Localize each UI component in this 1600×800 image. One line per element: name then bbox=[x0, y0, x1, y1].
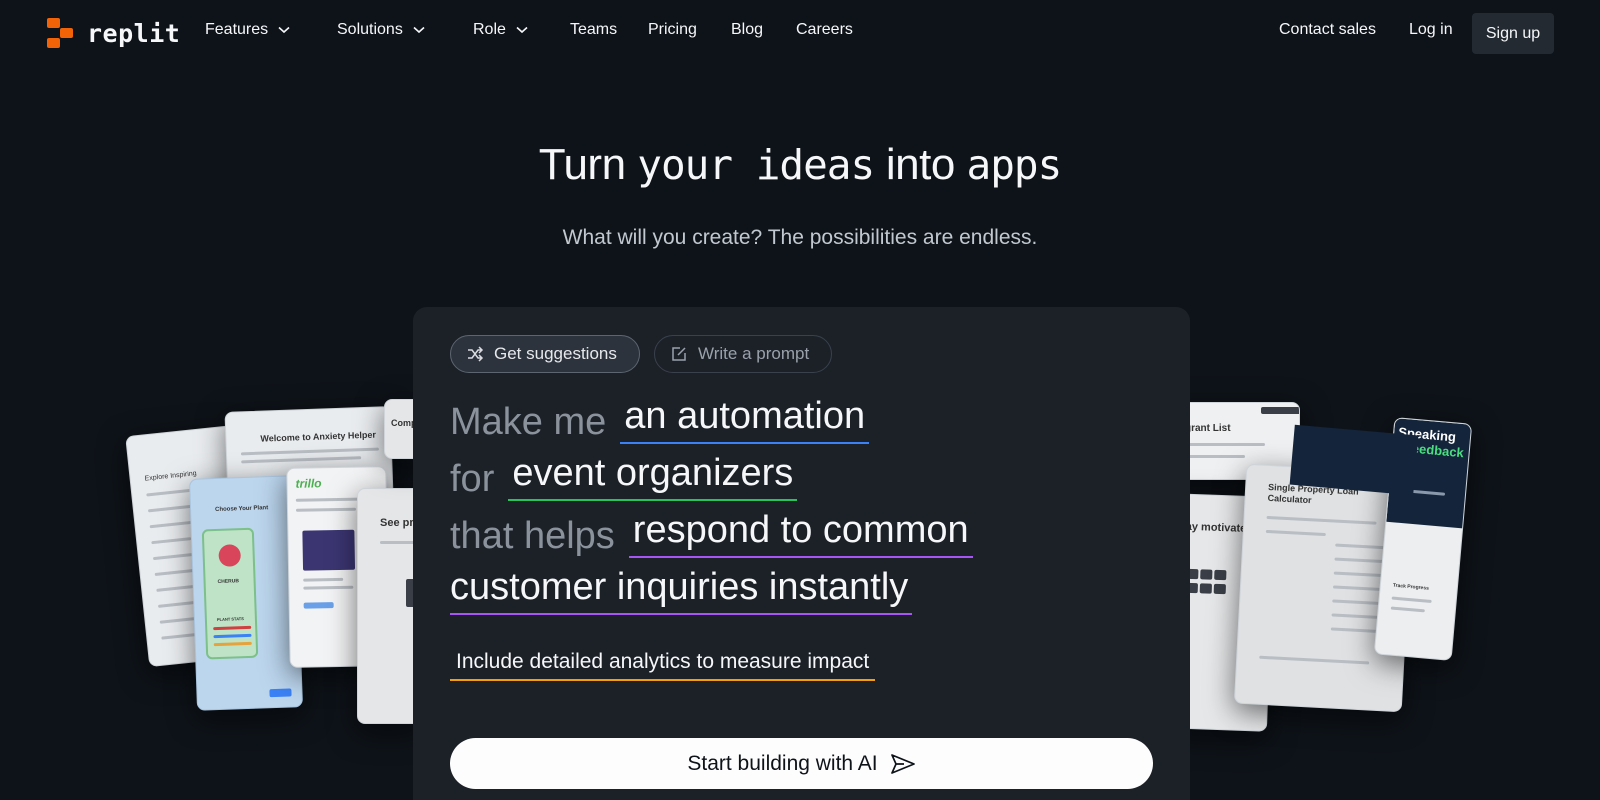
hero-subtitle: What will you create? The possibilities … bbox=[562, 226, 1038, 249]
write-prompt-label: Write a prompt bbox=[698, 344, 810, 363]
prompt-prefix: that helps bbox=[450, 515, 615, 557]
nav-careers[interactable]: Careers bbox=[796, 21, 853, 39]
hero-title-mono-part: apps bbox=[966, 141, 1063, 189]
preview-card-see: See pre bbox=[357, 488, 421, 724]
send-icon bbox=[890, 753, 915, 774]
replit-logo[interactable]: replit bbox=[47, 18, 180, 48]
nav-careers-label: Careers bbox=[796, 21, 853, 38]
start-building-label: Start building with AI bbox=[687, 751, 878, 775]
hero-title-mono-part: your ideas bbox=[637, 141, 875, 189]
nav-blog[interactable]: Blog bbox=[731, 21, 763, 39]
prompt-choice-goal-cont[interactable]: customer inquiries instantly bbox=[450, 566, 913, 615]
preview-card-title: grant List bbox=[1185, 423, 1231, 434]
prompt-line-1: Make me an automation bbox=[450, 395, 870, 444]
preview-card-plant: Choose Your Plant CHERUB PLANT STATS bbox=[188, 475, 304, 711]
prompt-line-4: customer inquiries instantly bbox=[450, 566, 913, 615]
plant-illustration bbox=[218, 544, 242, 567]
get-suggestions-tab[interactable]: Get suggestions bbox=[450, 335, 640, 373]
prompt-extra-option[interactable]: Include detailed analytics to measure im… bbox=[450, 650, 876, 681]
prompt-prefix: for bbox=[450, 458, 495, 500]
hero-title-part: Turn bbox=[538, 140, 638, 189]
preview-card-text: Explore Inspiring bbox=[144, 470, 197, 483]
nav-pricing[interactable]: Pricing bbox=[648, 21, 697, 39]
start-building-button[interactable]: Start building with AI bbox=[450, 738, 1153, 789]
prompt-choice-goal[interactable]: respond to common bbox=[628, 509, 973, 558]
contact-sales-label: Contact sales bbox=[1279, 21, 1376, 38]
prompt-prefix: Make me bbox=[450, 401, 607, 443]
prompt-panel: Get suggestions Write a prompt Make me a… bbox=[413, 307, 1190, 800]
shuffle-icon bbox=[468, 346, 484, 362]
hero-title-part: into bbox=[874, 140, 967, 189]
edit-icon bbox=[672, 347, 686, 361]
top-nav: replit Features Solutions Role Teams Pri… bbox=[0, 0, 1600, 66]
speaking-banner bbox=[1289, 424, 1419, 496]
log-in-label: Log in bbox=[1409, 21, 1453, 38]
prompt-choice-audience[interactable]: event organizers bbox=[508, 452, 798, 501]
write-prompt-tab[interactable]: Write a prompt bbox=[654, 335, 832, 373]
nav-solutions-label: Solutions bbox=[337, 21, 403, 38]
nav-features-label: Features bbox=[205, 21, 269, 38]
nav-role[interactable]: Role bbox=[473, 21, 528, 39]
brand-name: replit bbox=[87, 18, 181, 48]
chevron-down-icon bbox=[516, 26, 528, 34]
prompt-choice-automation[interactable]: an automation bbox=[620, 395, 870, 444]
nav-teams[interactable]: Teams bbox=[570, 21, 617, 39]
plant-stats-label: PLANT STATS bbox=[216, 616, 244, 623]
nav-solutions[interactable]: Solutions bbox=[337, 21, 425, 39]
sign-up-label: Sign up bbox=[1485, 24, 1541, 42]
contact-sales-link[interactable]: Contact sales bbox=[1279, 21, 1376, 39]
nav-features[interactable]: Features bbox=[205, 21, 290, 39]
prompt-line-3: that helps respond to common bbox=[450, 509, 973, 558]
chevron-down-icon bbox=[413, 26, 425, 34]
speaking-subtext: Track Progress bbox=[1392, 582, 1430, 592]
nav-pricing-label: Pricing bbox=[648, 21, 697, 38]
preview-card-title: Choose Your Plant bbox=[214, 505, 269, 514]
get-suggestions-label: Get suggestions bbox=[494, 344, 617, 363]
trillo-brand: trillo bbox=[295, 476, 322, 491]
nav-blog-label: Blog bbox=[731, 21, 764, 38]
nav-role-label: Role bbox=[473, 21, 506, 38]
preview-card-title: Welcome to Anxiety Helper bbox=[260, 429, 377, 444]
sign-up-button[interactable]: Sign up bbox=[1472, 13, 1554, 54]
hero-title: Turn your ideas into apps bbox=[0, 140, 1600, 190]
chevron-down-icon bbox=[278, 26, 290, 34]
nav-teams-label: Teams bbox=[570, 21, 618, 38]
prompt-line-2: for event organizers bbox=[450, 452, 798, 501]
log-in-link[interactable]: Log in bbox=[1409, 21, 1453, 39]
plant-name: CHERUB bbox=[217, 578, 240, 585]
replit-logo-icon bbox=[47, 18, 75, 48]
